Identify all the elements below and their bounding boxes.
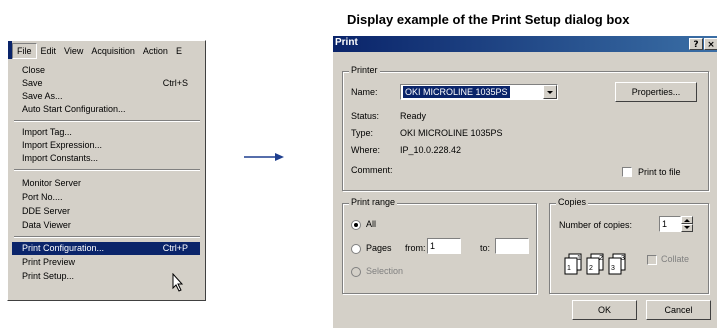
print-to-file-label: Print to file: [638, 167, 681, 177]
menu-item-print-configuration[interactable]: Print Configuration... Ctrl+P: [12, 242, 200, 255]
menu-action[interactable]: Action: [139, 43, 172, 59]
type-label: Type:: [351, 128, 374, 138]
menu-item-save[interactable]: Save Ctrl+S: [12, 77, 200, 90]
menu-item-label: Import Tag...: [22, 127, 72, 137]
range-pages-label: Pages: [366, 243, 392, 253]
menu-item-import-constants[interactable]: Import Constants...: [12, 152, 200, 165]
ok-button[interactable]: OK: [572, 300, 637, 320]
menu-item-dde-server[interactable]: DDE Server: [12, 205, 200, 218]
mouse-pointer-icon: [172, 273, 184, 292]
collate-pages-icon: 1 1 2 2 3 3: [564, 253, 626, 275]
spin-up-icon[interactable]: [681, 216, 693, 224]
range-pages-radio[interactable]: [351, 244, 361, 254]
menu-separator: [14, 120, 200, 122]
menu-item-save-as[interactable]: Save As...: [12, 90, 200, 103]
dialog-caption: Display example of the Print Setup dialo…: [347, 12, 630, 27]
cancel-button[interactable]: Cancel: [646, 300, 711, 320]
copies-group-label: Copies: [556, 197, 589, 207]
menu-item-label: Print Preview: [22, 257, 76, 267]
menu-item-import-tag[interactable]: Import Tag...: [12, 126, 200, 139]
print-range-label: Print range: [349, 197, 398, 207]
print-dialog: Print ? × Printer Name: OKI MICROLINE 10…: [333, 36, 717, 328]
from-field[interactable]: 1: [427, 238, 461, 254]
comment-label: Comment:: [351, 165, 393, 175]
name-label: Name:: [351, 87, 378, 97]
collate-checkbox[interactable]: [647, 255, 657, 265]
range-all-radio[interactable]: [351, 220, 361, 230]
menu-item-label: Save As...: [22, 91, 63, 101]
print-to-file-checkbox[interactable]: [622, 167, 632, 177]
menu-item-data-viewer[interactable]: Data Viewer: [12, 219, 200, 232]
svg-text:3: 3: [621, 255, 625, 262]
chevron-down-icon[interactable]: [543, 85, 557, 99]
arrow-right-icon: [244, 153, 284, 161]
menu-item-shortcut: Ctrl+P: [162, 243, 188, 253]
where-label: Where:: [351, 145, 381, 155]
svg-text:3: 3: [611, 265, 615, 272]
copies-field[interactable]: 1: [659, 216, 681, 232]
svg-text:2: 2: [589, 265, 593, 272]
svg-text:2: 2: [599, 255, 603, 262]
menu-item-import-expression[interactable]: Import Expression...: [12, 139, 200, 152]
menu-item-label: Port No....: [22, 192, 63, 202]
from-label: from:: [405, 243, 426, 253]
menu-item-print-preview[interactable]: Print Preview: [12, 256, 200, 269]
menu-separator: [14, 169, 200, 171]
copies-label: Number of copies:: [559, 220, 633, 230]
range-all-label: All: [366, 219, 377, 229]
menu-item-label: Auto Start Configuration...: [22, 104, 126, 114]
menu-bar: File Edit View Acquisition Action E: [12, 43, 186, 59]
printer-group-label: Printer: [349, 65, 380, 75]
menu-truncated[interactable]: E: [172, 43, 186, 59]
close-button[interactable]: ×: [704, 38, 717, 50]
svg-text:1: 1: [577, 255, 581, 262]
dialog-titlebar: Print ? ×: [333, 36, 717, 52]
menu-acquisition[interactable]: Acquisition: [87, 43, 139, 59]
menu-item-label: Close: [22, 65, 46, 75]
menu-item-close[interactable]: Close: [12, 64, 200, 77]
range-selection-radio[interactable]: [351, 267, 361, 277]
collate-label: Collate: [661, 254, 690, 264]
properties-button[interactable]: Properties...: [615, 82, 697, 102]
copies-spinner[interactable]: [681, 216, 693, 232]
help-button[interactable]: ?: [689, 38, 703, 50]
menu-item-label: Monitor Server: [22, 178, 82, 188]
menu-item-label: Print Configuration...: [22, 243, 105, 253]
type-value: OKI MICROLINE 1035PS: [400, 128, 503, 138]
application-menu-screenshot: File Edit View Acquisition Action E Clos…: [7, 40, 206, 301]
menu-view[interactable]: View: [60, 43, 87, 59]
printer-name-value: OKI MICROLINE 1035PS: [403, 86, 510, 98]
menu-item-label: Import Expression...: [22, 140, 103, 150]
menu-item-label: Print Setup...: [22, 271, 75, 281]
menu-item-label: Data Viewer: [22, 220, 71, 230]
menu-edit[interactable]: Edit: [37, 43, 61, 59]
spin-down-icon[interactable]: [681, 224, 693, 232]
status-value: Ready: [400, 111, 427, 121]
menu-separator: [14, 236, 200, 238]
menu-item-auto-start[interactable]: Auto Start Configuration...: [12, 103, 200, 116]
menu-item-monitor-server[interactable]: Monitor Server: [12, 177, 200, 190]
dialog-title: Print: [335, 37, 358, 48]
menu-item-label: DDE Server: [22, 206, 71, 216]
menu-item-port-no[interactable]: Port No....: [12, 191, 200, 204]
to-field[interactable]: [495, 238, 529, 254]
where-value: IP_10.0.228.42: [400, 145, 462, 155]
printer-name-select[interactable]: OKI MICROLINE 1035PS: [400, 84, 558, 100]
status-label: Status:: [351, 111, 380, 121]
svg-text:1: 1: [567, 265, 571, 272]
menu-file[interactable]: File: [12, 43, 37, 59]
range-selection-label: Selection: [366, 266, 404, 276]
menu-item-shortcut: Ctrl+S: [162, 78, 188, 88]
to-label: to:: [480, 243, 491, 253]
menu-item-label: Import Constants...: [22, 153, 99, 163]
menu-item-label: Save: [22, 78, 43, 88]
